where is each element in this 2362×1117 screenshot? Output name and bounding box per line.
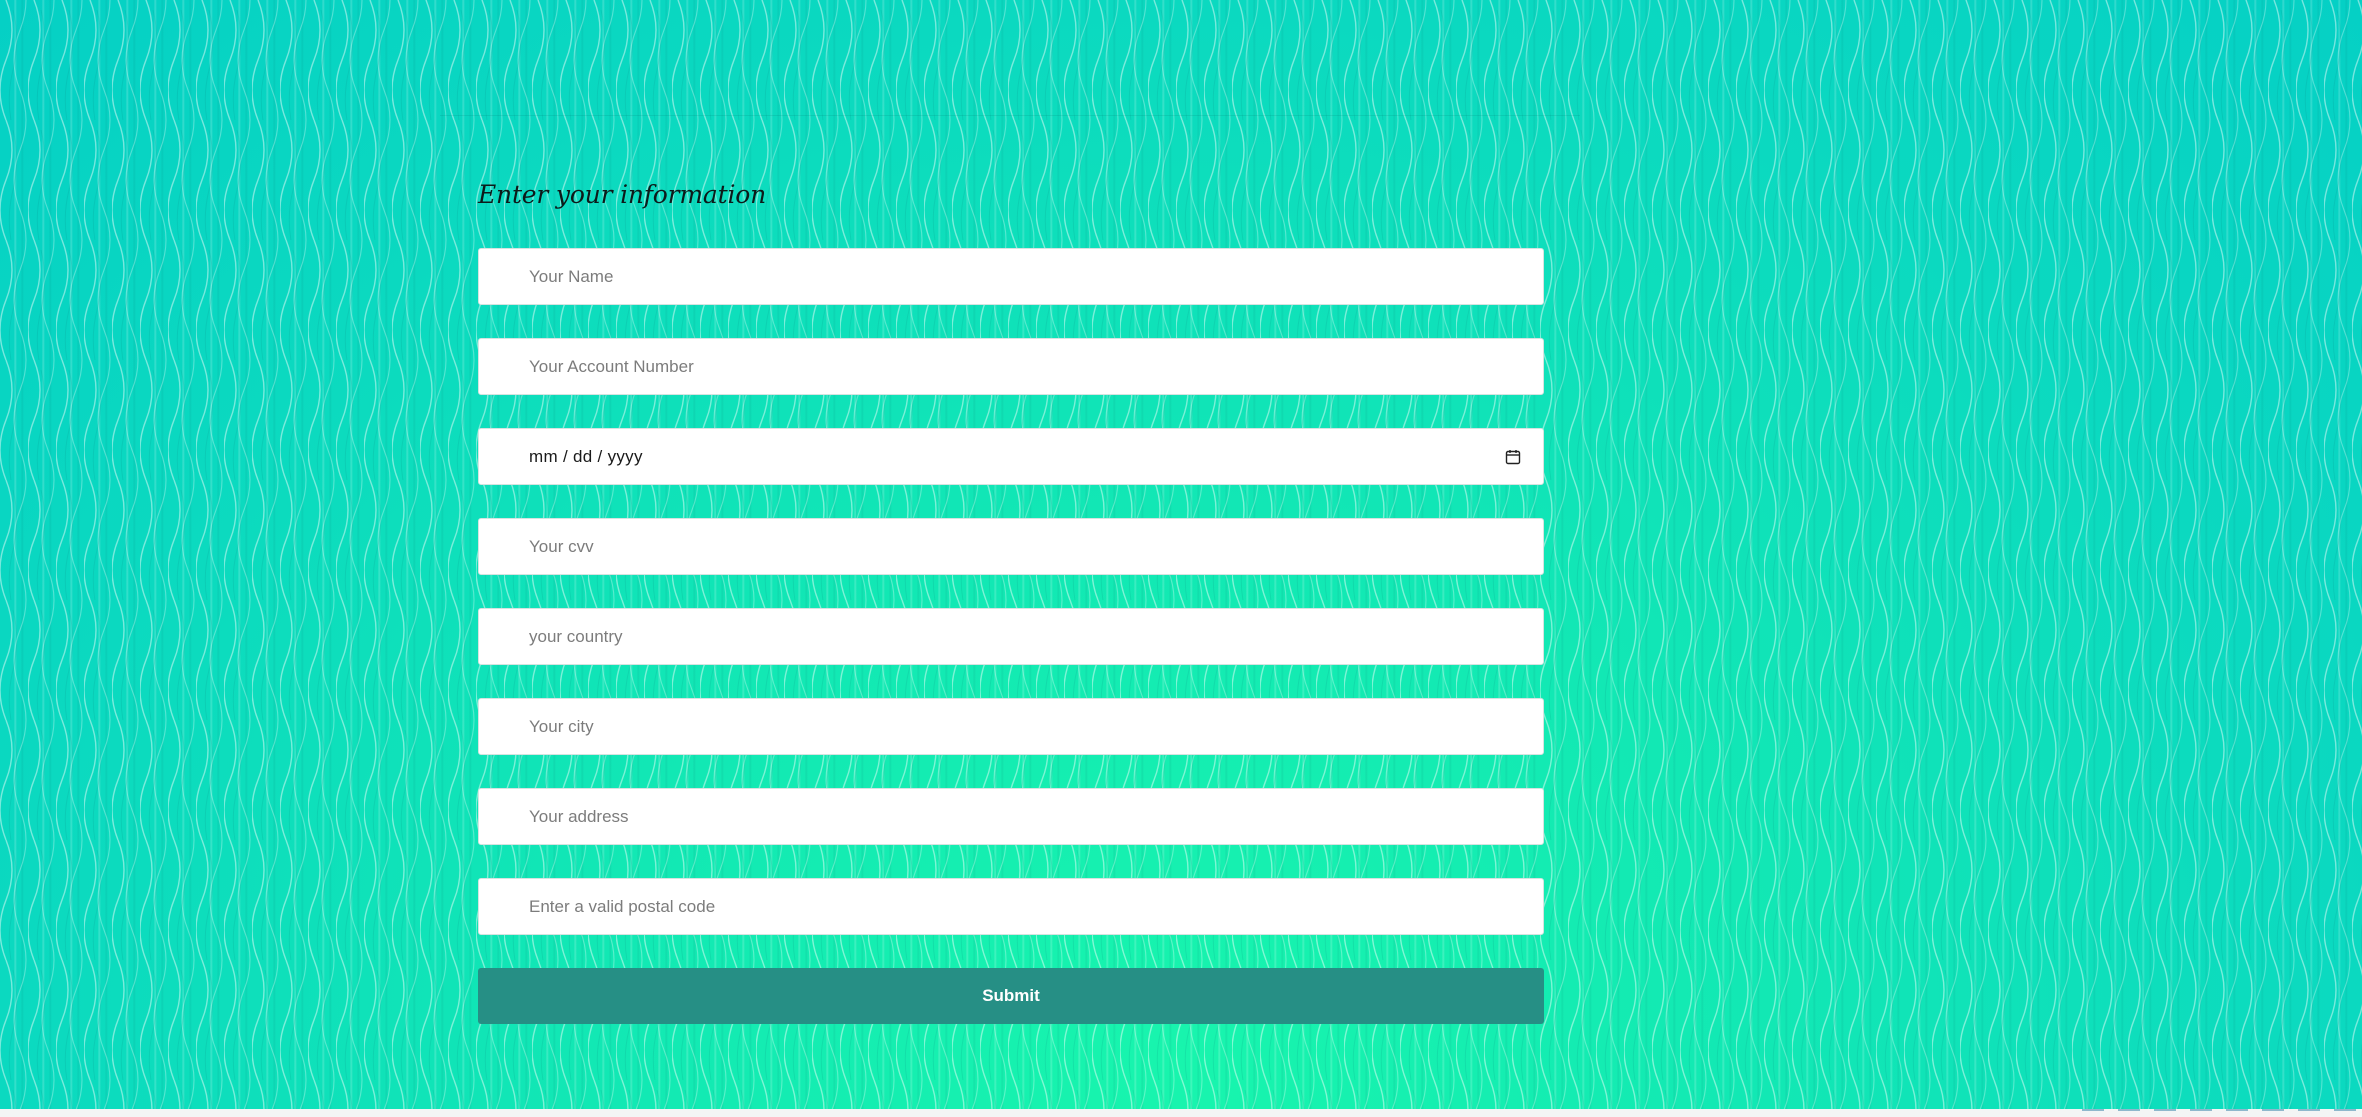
taskbar-icon[interactable] — [2262, 1109, 2284, 1117]
header-divider — [440, 115, 1580, 116]
taskbar-icon[interactable] — [2298, 1109, 2320, 1117]
city-field[interactable]: Your city — [478, 698, 1544, 755]
taskbar-icon[interactable] — [2118, 1109, 2140, 1117]
taskbar-icon[interactable] — [2334, 1109, 2356, 1117]
postal-code-field[interactable]: Enter a valid postal code — [478, 878, 1544, 935]
account-number-field[interactable]: Your Account Number — [478, 338, 1544, 395]
country-field[interactable]: your country — [478, 608, 1544, 665]
date-field[interactable]: mm / dd / yyyy — [478, 428, 1544, 485]
cvv-field[interactable]: Your cvv — [478, 518, 1544, 575]
address-field[interactable]: Your address — [478, 788, 1544, 845]
city-placeholder: Your city — [529, 716, 594, 736]
account-number-placeholder: Your Account Number — [529, 356, 694, 376]
cvv-placeholder: Your cvv — [529, 536, 594, 556]
taskbar-icon[interactable] — [2154, 1109, 2176, 1117]
address-placeholder: Your address — [529, 806, 629, 826]
information-form: Enter your information Your Name Your Ac… — [478, 170, 1544, 1024]
country-placeholder: your country — [529, 626, 623, 646]
submit-button[interactable]: Submit — [478, 968, 1544, 1024]
taskbar-icon[interactable] — [2190, 1109, 2212, 1117]
calendar-icon[interactable] — [1505, 449, 1521, 465]
form-title: Enter your information — [478, 180, 767, 209]
name-placeholder: Your Name — [529, 266, 614, 286]
taskbar-icons — [2082, 1109, 2362, 1117]
taskbar-icon[interactable] — [2226, 1109, 2248, 1117]
taskbar-icon[interactable] — [2082, 1109, 2104, 1117]
name-field[interactable]: Your Name — [478, 248, 1544, 305]
date-value: mm / dd / yyyy — [529, 446, 643, 466]
bottom-taskbar — [0, 1109, 2362, 1117]
postal-code-placeholder: Enter a valid postal code — [529, 896, 716, 916]
